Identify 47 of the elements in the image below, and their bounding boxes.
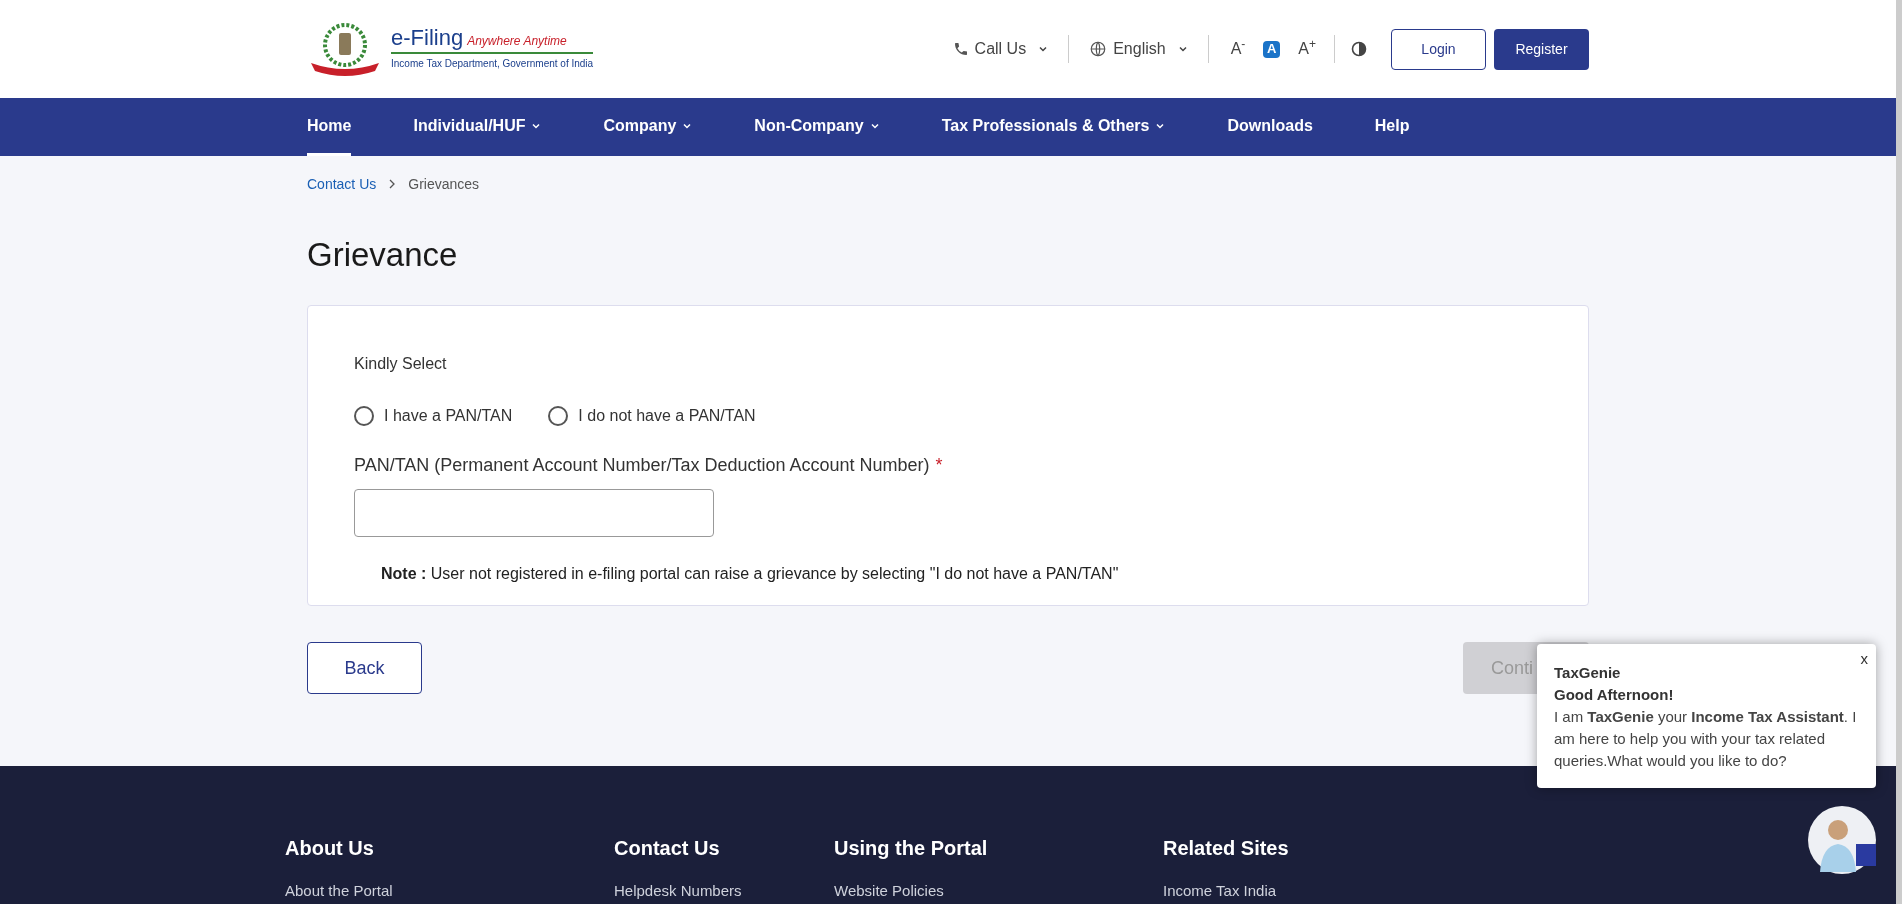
login-button[interactable]: Login: [1391, 28, 1486, 70]
footer-heading: Using the Portal: [834, 836, 989, 860]
register-button[interactable]: Register: [1494, 28, 1589, 70]
nav-tab[interactable]: Tax Professionals & Others: [941, 98, 1166, 156]
close-button[interactable]: x: [1860, 648, 1868, 671]
chevron-down-icon: [1038, 44, 1049, 54]
globe-icon: [1089, 40, 1108, 58]
footer-heading: Contact Us: [614, 836, 721, 860]
chevron-down-icon: [1177, 44, 1188, 54]
required-mark: *: [935, 454, 943, 477]
radio-button[interactable]: [354, 406, 374, 426]
form-prompt: Kindly Select: [354, 354, 448, 374]
logo-tagline: Anywhere Anytime: [467, 33, 567, 50]
nav-tab[interactable]: Individual/HUF: [413, 98, 542, 156]
page-title: Grievance: [307, 235, 459, 275]
nav-tab[interactable]: Non-Company: [754, 98, 880, 156]
footer-link[interactable]: Helpdesk Numbers: [614, 882, 834, 900]
footer-heading: Related Sites: [1163, 836, 1290, 860]
contrast-icon[interactable]: [1351, 41, 1367, 57]
footer-link[interactable]: About the Portal: [285, 882, 614, 900]
logo-subtitle: Income Tax Department, Government of India: [391, 52, 594, 71]
nav-tab[interactable]: Downloads: [1227, 98, 1313, 156]
footer-heading: About Us: [285, 836, 375, 860]
logo-title: e-Filing: [391, 27, 464, 49]
back-button[interactable]: Back: [307, 642, 422, 694]
font-size-button[interactable]: A$^{-}$: [1228, 37, 1248, 61]
language-button[interactable]: English: [1089, 37, 1188, 61]
nav-tab[interactable]: Home: [307, 98, 352, 156]
footer-link[interactable]: Income Tax India: [1163, 882, 1363, 900]
radio-option[interactable]: I have a PAN/TAN: [354, 404, 513, 428]
radio-button[interactable]: [548, 406, 569, 426]
radio-option[interactable]: I do not have a PAN/TAN: [548, 404, 756, 428]
breadcrumb-current: Grievances: [408, 174, 480, 194]
footer-link[interactable]: Website Policies: [834, 882, 1163, 900]
phone-icon: [952, 41, 969, 57]
breadcrumb-link[interactable]: Contact Us: [307, 173, 377, 195]
field-label: PAN/TAN (Permanent Account Number/Tax Deduction Account Number): [354, 454, 930, 477]
chevron-right-icon: [388, 179, 397, 189]
nav-tab[interactable]: Help: [1374, 98, 1410, 156]
call-us-button[interactable]: Call Us: [952, 37, 1049, 61]
font-size-button[interactable]: A$^{+}$: [1296, 37, 1318, 61]
font-size-button[interactable]: A: [1263, 40, 1281, 58]
nav-tab[interactable]: Company: [603, 98, 693, 156]
note-text: Note : User not registered in e-filing portal can raise a grievance by selecting "I do not have a PAN/TAN": [381, 564, 1120, 584]
pan-input-field[interactable]: [354, 489, 714, 537]
chat-avatar-icon[interactable]: [1808, 806, 1876, 874]
chat-message: I am TaxGenie your Income Tax Assistant. I am here to help you with your tax related queries.What would you like to do?: [1554, 707, 1858, 771]
